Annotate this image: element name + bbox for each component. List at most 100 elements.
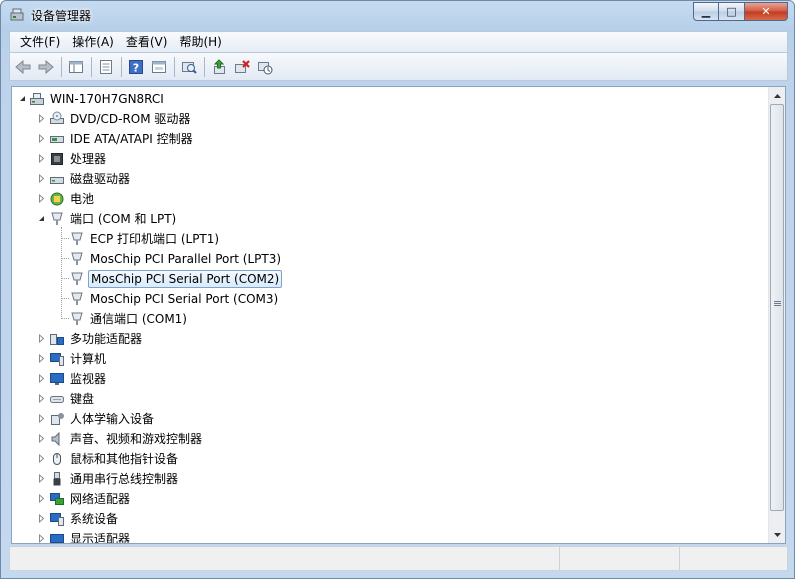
- tree-category-row[interactable]: 磁盘驱动器: [12, 169, 768, 189]
- menu-action[interactable]: 操作(A): [66, 32, 120, 52]
- device-tree-panel: WIN-170H7GN8RCI DVD/CD-ROM 驱动器 IDE ATA/AT…: [11, 86, 786, 544]
- tree-category-row[interactable]: 监视器: [12, 369, 768, 389]
- multifunction-icon: [49, 331, 65, 347]
- scan-hardware-button[interactable]: [178, 56, 200, 78]
- expand-arrow-icon[interactable]: [37, 174, 46, 183]
- tree-item-label: 端口 (COM 和 LPT): [70, 212, 177, 226]
- tree-item-label: 处理器: [70, 152, 107, 166]
- expand-arrow-icon[interactable]: [37, 354, 46, 363]
- toolbar-separator: [91, 56, 92, 77]
- uninstall-icon: [235, 59, 250, 73]
- collapse-arrow-icon[interactable]: [18, 94, 27, 103]
- scan-hardware-icon: [182, 61, 197, 74]
- tree-category-row[interactable]: 多功能适配器: [12, 329, 768, 349]
- tree-item-label: MosChip PCI Serial Port (COM3): [90, 292, 279, 306]
- toolbar-separator: [174, 56, 175, 77]
- view-button[interactable]: [148, 56, 170, 78]
- scroll-up-button[interactable]: [769, 87, 785, 104]
- expand-arrow-icon[interactable]: [37, 454, 46, 463]
- expand-arrow-icon[interactable]: [37, 414, 46, 423]
- keyboard-icon: [49, 391, 65, 407]
- tree-device-row[interactable]: MosChip PCI Serial Port (COM3): [12, 289, 768, 309]
- minimize-button[interactable]: ▁: [693, 2, 719, 21]
- uninstall-button[interactable]: [231, 56, 253, 78]
- scroll-thumb[interactable]: [770, 104, 784, 511]
- menu-view[interactable]: 查看(V): [120, 32, 174, 52]
- tree-device-row[interactable]: 通信端口 (COM1): [12, 309, 768, 329]
- device-tree: WIN-170H7GN8RCI DVD/CD-ROM 驱动器 IDE ATA/AT…: [12, 87, 768, 543]
- port-icon: [69, 311, 85, 327]
- help-button[interactable]: ?: [125, 56, 147, 78]
- tree-item-label: 声音、视频和游戏控制器: [70, 432, 203, 446]
- tree-category-row[interactable]: 鼠标和其他指针设备: [12, 449, 768, 469]
- properties-button[interactable]: [95, 56, 117, 78]
- forward-button[interactable]: [35, 56, 57, 78]
- expand-arrow-icon[interactable]: [37, 374, 46, 383]
- update-driver-button[interactable]: [208, 56, 230, 78]
- expand-arrow-icon[interactable]: [37, 434, 46, 443]
- display-adapter-icon: [49, 531, 65, 543]
- tree-device-row[interactable]: ECP 打印机端口 (LPT1): [12, 229, 768, 249]
- tree-item-label: 鼠标和其他指针设备: [70, 452, 179, 466]
- menu-file[interactable]: 文件(F): [14, 32, 66, 52]
- port-icon: [69, 271, 85, 287]
- device-manager-app-icon[interactable]: [9, 7, 25, 23]
- menu-help[interactable]: 帮助(H): [173, 32, 227, 52]
- expand-arrow-icon[interactable]: [37, 154, 46, 163]
- caption-buttons: ▁ □ ✕: [693, 2, 788, 21]
- tree-device-row[interactable]: MosChip PCI Serial Port (COM2): [12, 269, 768, 289]
- tree-category-row[interactable]: 端口 (COM 和 LPT): [12, 209, 768, 229]
- device-manager-window: 设备管理器 ▁ □ ✕ 文件(F) 操作(A) 查看(V) 帮助(H) ? WI…: [0, 0, 795, 579]
- tree-category-row[interactable]: IDE ATA/ATAPI 控制器: [12, 129, 768, 149]
- toolbar-separator: [121, 56, 122, 77]
- tree-device-row[interactable]: MosChip PCI Parallel Port (LPT3): [12, 249, 768, 269]
- expand-arrow-icon[interactable]: [37, 194, 46, 203]
- tree-item-label: ECP 打印机端口 (LPT1): [90, 232, 220, 246]
- vertical-scrollbar[interactable]: [768, 87, 785, 543]
- tree-item-label: 键盘: [70, 392, 95, 406]
- collapse-arrow-icon[interactable]: [37, 214, 46, 223]
- tree-category-row[interactable]: 处理器: [12, 149, 768, 169]
- tree-root-row[interactable]: WIN-170H7GN8RCI: [12, 89, 768, 109]
- expand-arrow-icon[interactable]: [37, 534, 46, 543]
- title-bar[interactable]: 设备管理器 ▁ □ ✕: [1, 1, 794, 29]
- tree-category-row[interactable]: 网络适配器: [12, 489, 768, 509]
- disable-button[interactable]: [254, 56, 276, 78]
- update-driver-icon: [213, 58, 225, 74]
- tree-category-row[interactable]: 人体学输入设备: [12, 409, 768, 429]
- tree-category-row[interactable]: 键盘: [12, 389, 768, 409]
- toolbar: ?: [9, 53, 788, 81]
- scroll-down-button[interactable]: [769, 526, 785, 543]
- hid-icon: [49, 411, 65, 427]
- expand-arrow-icon[interactable]: [37, 474, 46, 483]
- tree-item-label: DVD/CD-ROM 驱动器: [70, 112, 191, 126]
- expand-arrow-icon[interactable]: [37, 514, 46, 523]
- expand-arrow-icon[interactable]: [37, 134, 46, 143]
- tree-category-row[interactable]: 系统设备: [12, 509, 768, 529]
- tree-category-row[interactable]: 显示适配器: [12, 529, 768, 543]
- minimize-icon: ▁: [701, 5, 711, 18]
- tree-category-row[interactable]: 声音、视频和游戏控制器: [12, 429, 768, 449]
- system-icon: [49, 511, 65, 527]
- computer-icon: [49, 351, 65, 367]
- tree-connector: [61, 258, 69, 259]
- expand-arrow-icon[interactable]: [37, 394, 46, 403]
- expand-arrow-icon[interactable]: [37, 494, 46, 503]
- show-hide-tree-button[interactable]: [65, 56, 87, 78]
- expand-arrow-icon[interactable]: [37, 334, 46, 343]
- tree-category-row[interactable]: 通用串行总线控制器: [12, 469, 768, 489]
- expand-arrow-icon[interactable]: [37, 114, 46, 123]
- tree-category-row[interactable]: 电池: [12, 189, 768, 209]
- close-button[interactable]: ✕: [745, 2, 788, 21]
- sound-icon: [49, 431, 65, 447]
- usb-icon: [49, 471, 65, 487]
- disk-drive-icon: [49, 171, 65, 187]
- tree-category-row[interactable]: DVD/CD-ROM 驱动器: [12, 109, 768, 129]
- properties-icon: [100, 59, 112, 74]
- maximize-button[interactable]: □: [719, 2, 745, 21]
- back-button[interactable]: [12, 56, 34, 78]
- tree-category-row[interactable]: 计算机: [12, 349, 768, 369]
- tree-selected-label: MosChip PCI Serial Port (COM2): [88, 270, 283, 288]
- tree-item-label: 通用串行总线控制器: [70, 472, 179, 486]
- monitor-icon: [49, 371, 65, 387]
